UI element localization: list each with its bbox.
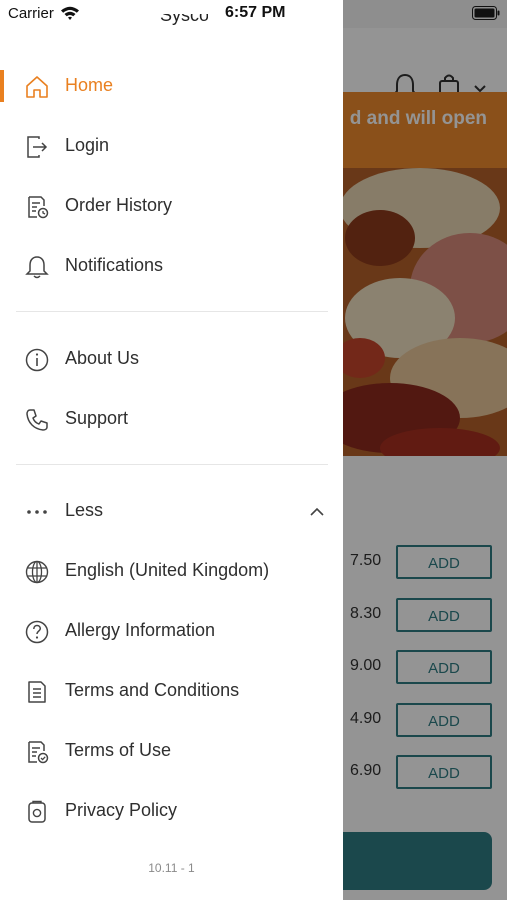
phone-icon xyxy=(24,407,50,433)
menu-item-notifications[interactable]: Notifications xyxy=(0,236,343,296)
battery-icon xyxy=(472,6,500,20)
menu-item-label: Notifications xyxy=(65,255,164,275)
divider xyxy=(16,464,328,465)
menu-item-support[interactable]: Support xyxy=(0,389,343,449)
menu-item-label: Terms of Use xyxy=(65,740,172,760)
active-indicator xyxy=(0,70,4,102)
globe-icon xyxy=(24,559,50,585)
menu-item-label: Order History xyxy=(65,195,173,215)
menu-item-home[interactable]: Home xyxy=(0,56,343,116)
status-bar: Carrier 6:57 PM xyxy=(0,0,507,28)
login-icon xyxy=(24,134,50,160)
menu-item-label: Login xyxy=(65,135,110,155)
navigation-drawer: Sysco Home Login Order History Notificat… xyxy=(0,0,343,900)
document-icon xyxy=(24,679,50,705)
chevron-up-icon xyxy=(310,507,324,516)
menu-item-label: About Us xyxy=(65,348,140,368)
divider xyxy=(16,311,328,312)
info-icon xyxy=(24,347,50,373)
menu-item-language[interactable]: English (United Kingdom) xyxy=(0,541,343,601)
menu-item-order-history[interactable]: Order History xyxy=(0,176,343,236)
menu-item-label: Terms and Conditions xyxy=(65,680,240,700)
menu-item-label: Allergy Information xyxy=(65,620,216,640)
document-check-icon xyxy=(24,739,50,765)
menu-item-terms-and-conditions[interactable]: Terms and Conditions xyxy=(0,661,343,721)
more-dots-icon xyxy=(24,499,50,525)
menu-item-terms-of-use[interactable]: Terms of Use xyxy=(0,721,343,781)
question-icon xyxy=(24,619,50,645)
menu-item-allergy-information[interactable]: Allergy Information xyxy=(0,601,343,661)
app-version: 10.11 - 1 xyxy=(148,861,195,875)
menu-item-label: English (United Kingdom) xyxy=(65,560,270,580)
status-time: 6:57 PM xyxy=(225,4,286,21)
menu-item-label: Support xyxy=(65,408,129,428)
menu-item-label: Privacy Policy xyxy=(65,800,178,820)
carrier-label: Carrier xyxy=(8,5,54,22)
privacy-icon xyxy=(24,799,50,825)
bell-icon xyxy=(24,254,50,280)
wifi-icon xyxy=(61,6,79,20)
menu-item-about-us[interactable]: About Us xyxy=(0,329,343,389)
home-icon xyxy=(24,74,50,100)
menu-item-privacy-policy[interactable]: Privacy Policy xyxy=(0,781,343,841)
menu-item-login[interactable]: Login xyxy=(0,116,343,176)
order-history-icon xyxy=(24,194,50,220)
menu-item-label: Home xyxy=(65,75,114,95)
menu-item-less[interactable]: Less xyxy=(0,481,343,541)
menu-item-label: Less xyxy=(65,500,104,520)
